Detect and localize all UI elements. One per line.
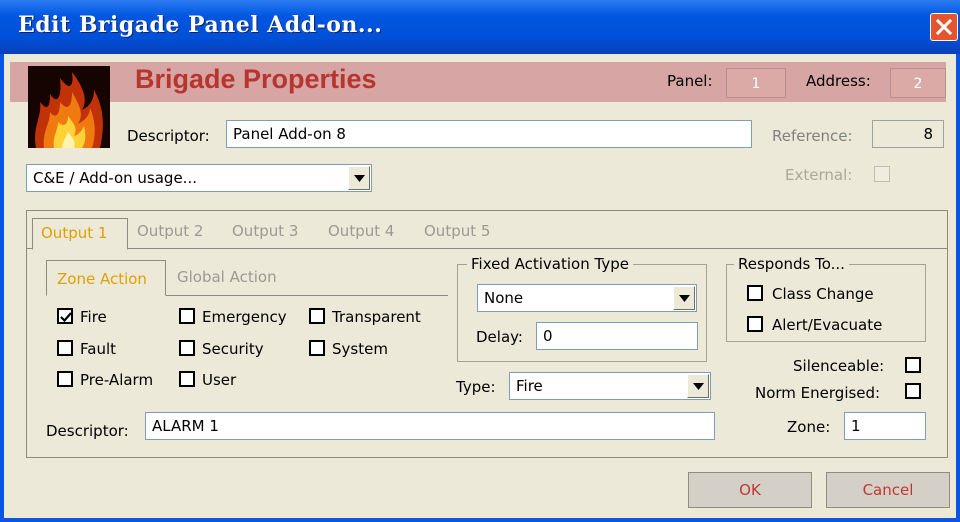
properties-heading: Brigade Properties — [135, 64, 377, 94]
class-change-label: Class Change — [772, 285, 874, 303]
pre-alarm-checkbox[interactable] — [57, 371, 73, 387]
usage-dropdown-button[interactable] — [348, 166, 370, 190]
delay-label: Delay: — [476, 328, 523, 346]
fire-checkbox[interactable] — [57, 308, 73, 324]
fault-label: Fault — [80, 340, 116, 358]
checkmark-icon — [60, 312, 72, 323]
activation-type-value: None — [484, 289, 524, 307]
fault-checkbox[interactable] — [57, 340, 73, 356]
ok-button[interactable]: OK — [688, 472, 812, 508]
tab-strip-line — [27, 248, 947, 249]
responds-to-title: Responds To... — [734, 255, 849, 273]
tab-output-5[interactable]: Output 5 — [424, 222, 490, 240]
flame-image — [28, 66, 110, 148]
pre-alarm-label: Pre-Alarm — [80, 371, 154, 389]
system-checkbox[interactable] — [309, 340, 325, 356]
external-label: External: — [785, 166, 853, 184]
fire-icon — [28, 66, 110, 148]
activation-type-dropdown-button[interactable] — [673, 286, 695, 310]
type-dropdown[interactable]: Fire — [509, 372, 711, 400]
usage-dropdown[interactable]: C&E / Add-on usage... — [26, 164, 372, 192]
close-icon — [935, 18, 953, 36]
reference-field: 8 — [872, 120, 944, 148]
subtab-zone-action-label: Zone Action — [57, 270, 147, 288]
window-title: Edit Brigade Panel Add-on... — [18, 12, 383, 38]
type-value: Fire — [516, 377, 543, 395]
usage-dropdown-value: C&E / Add-on usage... — [33, 169, 197, 187]
chevron-down-icon — [693, 383, 704, 390]
tab-output-4[interactable]: Output 4 — [328, 222, 394, 240]
alert-evacuate-checkbox[interactable] — [747, 316, 763, 332]
tab-output-1-label: Output 1 — [41, 224, 108, 242]
norm-energised-label: Norm Energised: — [755, 384, 881, 402]
alert-evacuate-label: Alert/Evacuate — [772, 316, 883, 334]
user-checkbox[interactable] — [179, 371, 195, 387]
fire-label: Fire — [80, 308, 107, 326]
reference-label: Reference: — [772, 127, 853, 145]
title-bar[interactable]: Edit Brigade Panel Add-on... — [0, 0, 960, 54]
cancel-button[interactable]: Cancel — [826, 472, 950, 508]
class-change-checkbox[interactable] — [747, 285, 763, 301]
norm-energised-checkbox[interactable] — [905, 383, 921, 399]
activation-type-dropdown[interactable]: None — [477, 284, 697, 312]
chevron-down-icon — [679, 295, 690, 302]
output-descriptor-input[interactable]: ALARM 1 — [145, 412, 715, 440]
descriptor-input[interactable]: Panel Add-on 8 — [226, 120, 752, 148]
silenceable-label: Silenceable: — [793, 357, 885, 375]
emergency-label: Emergency — [202, 308, 287, 326]
address-number-field: 2 — [890, 68, 946, 98]
subtab-global-action[interactable]: Global Action — [177, 268, 277, 286]
output-descriptor-label: Descriptor: — [46, 422, 129, 440]
emergency-checkbox[interactable] — [179, 308, 195, 324]
tab-output-2[interactable]: Output 2 — [137, 222, 203, 240]
tab-output-3[interactable]: Output 3 — [232, 222, 298, 240]
chevron-down-icon — [354, 175, 365, 182]
panel-label: Panel: — [667, 72, 713, 90]
zone-input[interactable]: 1 — [844, 412, 926, 440]
type-dropdown-button[interactable] — [687, 374, 709, 398]
security-label: Security — [202, 340, 264, 358]
security-checkbox[interactable] — [179, 340, 195, 356]
silenceable-checkbox[interactable] — [905, 357, 921, 373]
delay-input[interactable]: 0 — [536, 322, 698, 350]
descriptor-label: Descriptor: — [127, 127, 210, 145]
transparent-label: Transparent — [332, 308, 421, 326]
address-label: Address: — [806, 72, 871, 90]
transparent-checkbox[interactable] — [309, 308, 325, 324]
type-label: Type: — [456, 378, 496, 396]
zone-label: Zone: — [787, 418, 831, 436]
system-label: System — [332, 340, 388, 358]
user-label: User — [202, 371, 237, 389]
external-checkbox[interactable] — [874, 166, 890, 182]
fixed-activation-title: Fixed Activation Type — [467, 255, 633, 273]
panel-number-field: 1 — [726, 68, 786, 98]
close-button[interactable] — [930, 13, 958, 41]
